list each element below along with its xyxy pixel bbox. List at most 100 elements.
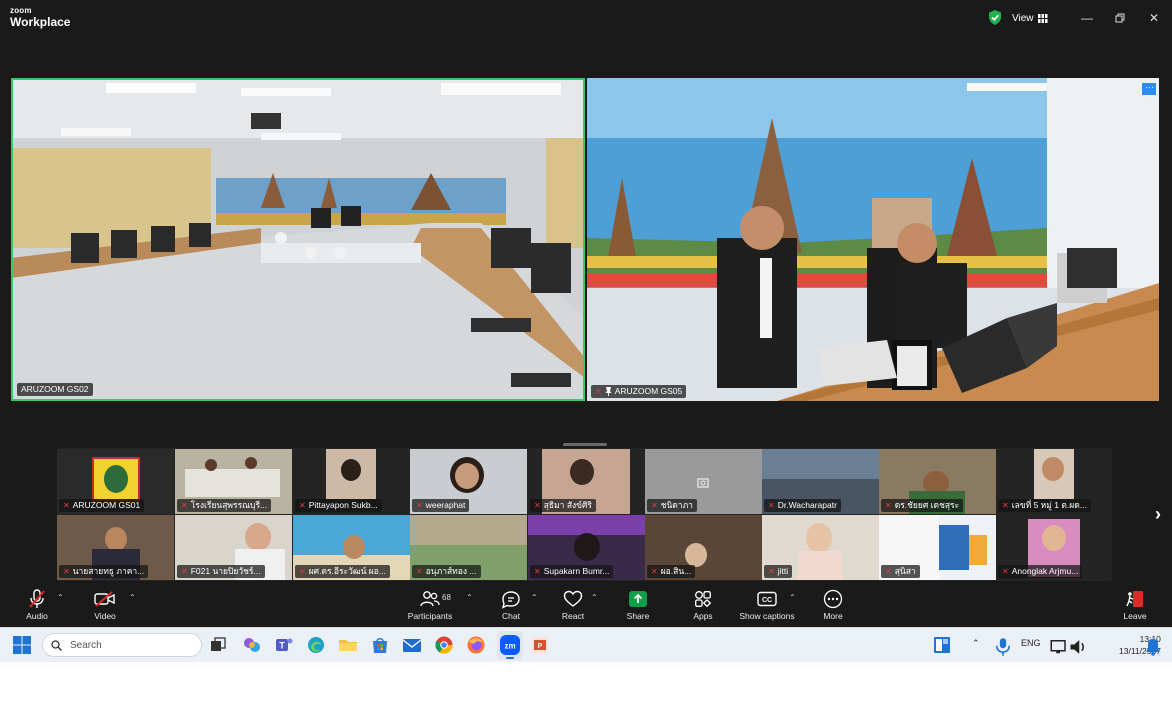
copilot-icon[interactable] xyxy=(242,635,262,655)
leave-button[interactable]: Leave xyxy=(1120,589,1150,621)
participant-name: jitti xyxy=(777,566,789,576)
captions-icon: CC xyxy=(757,591,777,607)
thumbnail-tile[interactable]: ✕ นายสายทธู ภาคา... xyxy=(57,515,174,580)
taskbar-search-box[interactable]: Search xyxy=(42,633,202,657)
thumbnail-tile[interactable]: ✕ อนุภาส์ทอง ... xyxy=(410,515,527,580)
participant-name: อนุภาส์ทอง ... xyxy=(425,566,477,576)
view-button[interactable]: View xyxy=(1012,10,1048,26)
video-off-icon xyxy=(94,591,115,607)
file-explorer-icon[interactable] xyxy=(338,635,358,655)
apps-button[interactable]: Apps xyxy=(688,589,718,621)
mic-muted-icon: ✕ xyxy=(768,567,775,576)
participant-name: โรงเรียนสุพรรณบุรี... xyxy=(190,500,268,510)
security-shield-icon[interactable] xyxy=(988,10,1002,25)
share-screen-icon xyxy=(629,591,647,607)
network-icon[interactable] xyxy=(1050,637,1070,657)
participant-name: Dr.Wacharapatr xyxy=(777,500,837,510)
thumbnail-tile[interactable]: ✕ ARUZOOM GS01 xyxy=(57,449,174,514)
microsoft-store-icon[interactable] xyxy=(370,635,390,655)
speaker-name-tag: ✕ ARUZOOM GS05 xyxy=(591,385,687,398)
windows-start-icon[interactable] xyxy=(12,635,32,655)
thumbnail-name-tag: ✕ นายสายทธู ภาคา... xyxy=(59,565,149,578)
firefox-icon[interactable] xyxy=(466,635,486,655)
gallery-resize-handle[interactable] xyxy=(563,443,607,446)
thumbnail-name-tag: ✕ เลขที่ 5 หมู่ 1 ต.ผด... xyxy=(998,499,1091,512)
react-button[interactable]: React xyxy=(558,589,588,621)
more-options-icon[interactable]: ⋯ xyxy=(1143,83,1156,95)
thumbnail-tile[interactable]: ✕ weeraphat xyxy=(410,449,527,514)
chat-options-chevron-icon[interactable]: ⌃ xyxy=(531,593,538,602)
mic-muted-icon: ✕ xyxy=(768,501,775,510)
microphone-tray-icon[interactable] xyxy=(993,637,1013,657)
thumbnail-tile[interactable]: ✕ เลขที่ 5 หมู่ 1 ต.ผด... xyxy=(996,449,1112,514)
thumbnail-tile[interactable]: ✕ Dr.Wacharapatr xyxy=(762,449,879,514)
gallery-next-page-icon[interactable]: › xyxy=(1150,504,1166,524)
participant-name: สุนิสา xyxy=(894,566,916,576)
language-indicator[interactable]: ENG xyxy=(1021,638,1041,648)
mic-muted-icon: ✕ xyxy=(1002,567,1009,576)
thumbnail-tile[interactable]: ✕ ชนิดาภา xyxy=(645,449,762,514)
notification-bell-icon[interactable] xyxy=(1143,637,1163,657)
powerpoint-icon[interactable]: P xyxy=(530,635,550,655)
mic-muted-icon: ✕ xyxy=(885,567,892,576)
search-placeholder: Search xyxy=(70,639,102,651)
participants-options-chevron-icon[interactable]: ⌃ xyxy=(466,593,473,602)
thumbnail-tile[interactable]: ✕ Anonglak Arjmu... xyxy=(996,515,1112,580)
chat-icon xyxy=(501,590,520,609)
chrome-icon[interactable] xyxy=(434,635,454,655)
volume-icon[interactable] xyxy=(1068,637,1088,657)
search-icon xyxy=(51,639,62,651)
grid-icon xyxy=(1037,13,1047,23)
video-tile-speaker-2[interactable]: ⋯ ✕ ARUZOOM GS05 xyxy=(587,78,1159,401)
thumbnail-tile[interactable]: ✕ ผศ.ดร.อีระวัฒน์ ผอ... xyxy=(293,515,410,580)
task-view-icon[interactable] xyxy=(208,635,228,655)
thumbnail-tile[interactable]: ✕ โรงเรียนสุพรรณบุรี... xyxy=(175,449,292,514)
thumbnail-name-tag: ✕ F021 นายปิยวัชร์... xyxy=(177,565,265,578)
chat-label: Chat xyxy=(502,611,520,621)
share-button[interactable]: Share xyxy=(623,589,653,621)
restore-icon[interactable] xyxy=(1110,8,1130,28)
heart-icon xyxy=(563,590,583,607)
close-icon[interactable]: ✕ xyxy=(1144,8,1164,28)
chat-button[interactable]: Chat xyxy=(496,589,526,621)
teams-icon[interactable]: T xyxy=(274,635,294,655)
mail-icon[interactable] xyxy=(402,635,422,655)
svg-text:T: T xyxy=(279,641,285,651)
thumbnail-tile[interactable]: ✕ ผอ.สิน... xyxy=(645,515,762,580)
edge-browser-icon[interactable] xyxy=(306,635,326,655)
more-button[interactable]: More xyxy=(818,589,848,621)
show-captions-button[interactable]: CC Show captions xyxy=(737,589,797,621)
thumbnail-tile[interactable]: ✕ Pittayapon Sukb... xyxy=(293,449,410,514)
thumbnail-tile[interactable]: ✕ jitti xyxy=(762,515,879,580)
captions-label: Show captions xyxy=(739,611,795,621)
audio-options-chevron-icon[interactable]: ⌃ xyxy=(57,593,64,602)
widgets-icon[interactable] xyxy=(932,635,952,655)
mic-muted-icon: ✕ xyxy=(595,387,602,396)
audio-button[interactable]: Audio xyxy=(22,589,52,621)
video-tile-speaker-1[interactable]: ARUZOOM GS02 xyxy=(11,78,585,401)
show-hidden-icons-chevron-icon[interactable]: ⌃ xyxy=(972,638,980,649)
zoom-taskbar-active[interactable]: zm xyxy=(497,631,523,660)
react-options-chevron-icon[interactable]: ⌃ xyxy=(591,593,598,602)
more-label: More xyxy=(823,611,843,621)
participant-name: ผศ.ดร.อีระวัฒน์ ผอ... xyxy=(308,566,386,576)
mic-muted-icon: ✕ xyxy=(651,501,658,510)
mic-muted-icon: ✕ xyxy=(63,501,70,510)
thumbnail-tile[interactable]: ✕ ดร.ชัยยศ เดชสุระ xyxy=(879,449,996,514)
university-logo xyxy=(92,457,140,501)
thumbnail-tile[interactable]: ✕ F021 นายปิยวัชร์... xyxy=(175,515,292,580)
thumbnail-tile[interactable]: ✕ สุนิสา xyxy=(879,515,996,580)
captions-options-chevron-icon[interactable]: ⌃ xyxy=(789,593,796,602)
mic-muted-icon: ✕ xyxy=(534,501,541,510)
video-button[interactable]: Video xyxy=(90,589,120,621)
video-options-chevron-icon[interactable]: ⌃ xyxy=(129,593,136,602)
thumbnail-name-tag: ✕ สุธิมา สังข์ศิริ xyxy=(530,499,596,512)
participant-name: ชนิดาภา xyxy=(660,500,693,510)
mic-muted-icon: ✕ xyxy=(181,501,188,510)
participants-count: 68 xyxy=(442,593,451,602)
thumbnail-name-tag: ✕ ชนิดาภา xyxy=(647,499,697,512)
thumbnail-tile[interactable]: ✕ สุธิมา สังข์ศิริ xyxy=(528,449,645,514)
mic-muted-icon: ✕ xyxy=(1002,501,1009,510)
thumbnail-tile[interactable]: ✕ Supakarn Bumr... xyxy=(528,515,645,580)
minimize-icon[interactable]: — xyxy=(1077,8,1097,28)
